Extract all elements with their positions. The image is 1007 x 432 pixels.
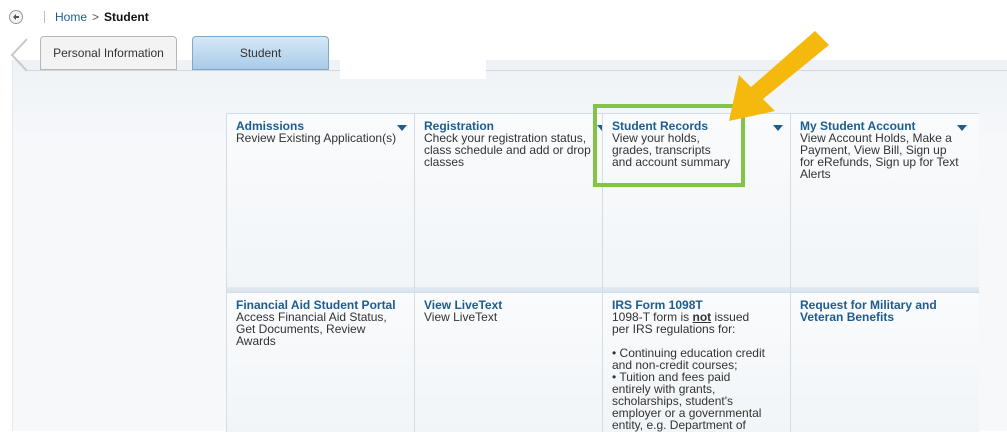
card-military-veteran-benefits[interactable]: Request for Military and Veteran Benefit… — [790, 292, 979, 432]
card-description: Check your registration status, class sc… — [424, 131, 591, 169]
breadcrumb-bar: Home > Student — [0, 0, 1007, 32]
caret-down-icon[interactable] — [397, 125, 407, 131]
card-financial-aid[interactable]: Financial Aid Student Portal Access Fina… — [226, 292, 415, 432]
breadcrumb-current: Student — [104, 10, 149, 24]
breadcrumb-home-link[interactable]: Home — [55, 10, 87, 24]
bullet-item: • Continuing education credit and non-cr… — [612, 346, 765, 372]
card-description: View Account Holds, Make a Payment, View… — [800, 131, 959, 181]
divider — [44, 11, 45, 23]
caret-down-icon[interactable] — [957, 125, 967, 131]
breadcrumb: Home > Student — [55, 10, 149, 24]
tabs-baseline — [28, 70, 1007, 71]
tab-personal-information[interactable]: Personal Information — [40, 36, 177, 70]
card-description: Review Existing Application(s) — [236, 131, 397, 145]
card-irs-form-1098t[interactable]: IRS Form 1098T 1098-T form is not issued… — [602, 292, 791, 432]
bullet-item: • Tuition and fees paid entirely with gr… — [612, 370, 762, 432]
card-title[interactable]: Request for Military and Veteran Benefit… — [800, 299, 950, 323]
card-description: View LiveText — [424, 310, 498, 324]
card-admissions[interactable]: Admissions Review Existing Application(s… — [226, 113, 415, 293]
card-description: 1098-T form is not issued per IRS regula… — [612, 311, 767, 335]
card-my-student-account[interactable]: My Student Account View Account Holds, M… — [790, 113, 979, 293]
card-registration[interactable]: Registration Check your registration sta… — [414, 113, 603, 293]
panel-border — [12, 60, 13, 431]
back-arrow-icon[interactable] — [9, 10, 23, 24]
pointer-arrow-icon — [729, 31, 829, 121]
card-description: Access Financial Aid Status, Get Documen… — [236, 310, 387, 348]
chevron-left-icon[interactable] — [8, 38, 30, 72]
tab-student[interactable]: Student — [192, 36, 329, 70]
breadcrumb-separator: > — [92, 10, 100, 24]
tab-strip-gap — [340, 59, 486, 79]
card-view-livetext[interactable]: View LiveText View LiveText — [414, 292, 603, 432]
